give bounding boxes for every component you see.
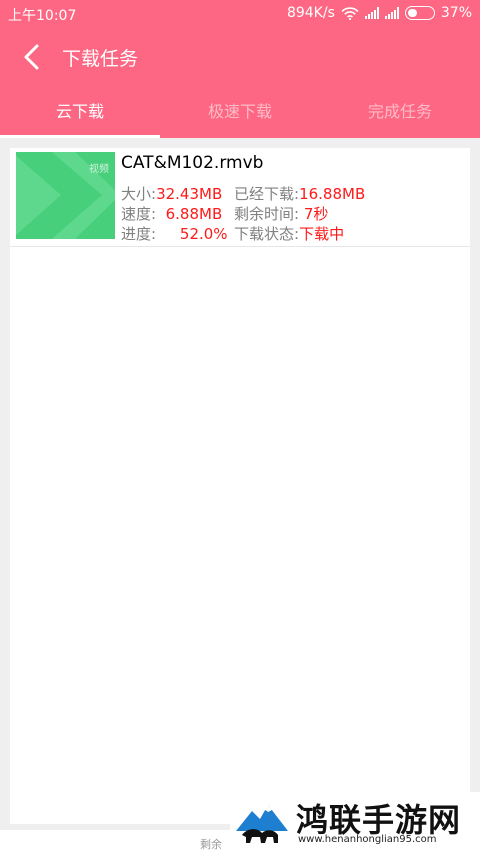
status-time: 上午10:07 (8, 8, 77, 24)
tab-bar: 云下载 极速下载 完成任务 (0, 86, 480, 138)
progress-value: 52.0% (179, 225, 228, 243)
tab-indicator (0, 135, 160, 138)
remaining-value: 7秒 (303, 205, 329, 223)
speed-label: 速度: (121, 205, 157, 223)
downloaded-value: 16.88MB (299, 185, 366, 203)
speed-value: 6.88MB (165, 205, 223, 223)
progress-label: 进度: (121, 225, 157, 243)
tab-cloud-download[interactable]: 云下载 (0, 86, 160, 138)
battery-percent: 37% (440, 5, 472, 21)
file-name: CAT&M102.rmvb (121, 153, 264, 173)
back-button[interactable] (14, 39, 50, 75)
watermark-url: www.henanhonglian95.com (298, 834, 437, 845)
progress-row: 进度: 52.0% 下载状态:下载中 (121, 223, 344, 244)
watermark: 鸿联手游网 www.henanhonglian95.com (230, 792, 480, 853)
wifi-icon (341, 6, 359, 20)
signal-icon (364, 7, 379, 19)
tab-completed-tasks[interactable]: 完成任务 (320, 86, 480, 138)
watermark-logo-icon (236, 805, 288, 843)
tab-fast-download[interactable]: 极速下载 (160, 86, 320, 138)
size-value: 32.43MB (156, 185, 223, 203)
signal-icon (384, 7, 399, 19)
download-task-item[interactable]: 视频 CAT&M102.rmvb 大小:32.43MB 已经下载:16.88MB… (10, 148, 470, 247)
downloaded-label: 已经下载: (234, 185, 300, 203)
status-icons: 894K/s 37% (287, 5, 472, 21)
size-label: 大小: (121, 185, 157, 203)
app-bar: 下载任务 (0, 28, 480, 86)
speed-row: 速度: 6.88MB 剩余时间: 7秒 (121, 203, 328, 224)
battery-icon (404, 6, 435, 20)
chevron-left-icon (24, 44, 39, 70)
video-thumbnail: 视频 (16, 152, 115, 239)
page-title: 下载任务 (62, 48, 139, 70)
remaining-label: 剩余时间: (234, 205, 300, 223)
size-row: 大小:32.43MB 已经下载:16.88MB (121, 183, 365, 204)
status-value: 下载中 (299, 225, 345, 243)
status-bar: 上午10:07 894K/s 37% (0, 0, 480, 28)
status-label: 下载状态: (234, 225, 300, 243)
network-speed: 894K/s (286, 5, 335, 21)
bottom-bar-label: 剩余 (200, 838, 222, 851)
thumbnail-label: 视频 (89, 164, 109, 175)
download-list: 视频 CAT&M102.rmvb 大小:32.43MB 已经下载:16.88MB… (10, 148, 470, 824)
